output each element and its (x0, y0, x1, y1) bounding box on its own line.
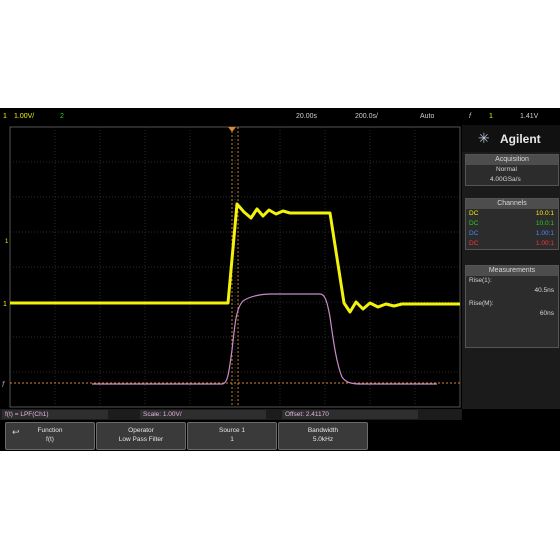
bandwidth-softkey[interactable]: Bandwidth 5.0kHz (278, 422, 368, 450)
channel-list: DC 10.0:1 DC 10.0:1 DC 1.00:1 DC 1.00:1 (466, 209, 558, 249)
channel-coupling: DC (469, 230, 479, 237)
ch1-reference-marker[interactable]: 1 (5, 239, 9, 245)
measurement-2-label: Rise(M): (469, 300, 494, 307)
function-softkey[interactable]: ↩ Function f(t) (5, 422, 95, 450)
waveform-display[interactable]: 1 1 f (0, 125, 462, 409)
channel-probe-ratio: 10.0:1 (535, 220, 554, 227)
channel-probe-ratio: 1.00:1 (535, 230, 554, 237)
ch1-number[interactable]: 1 (3, 113, 7, 120)
agilent-logo-icon: ✳ (478, 130, 490, 146)
sample-rate: 4.00GSa/s (490, 176, 521, 183)
horizontal-delay[interactable]: 20.00s (296, 113, 317, 120)
math-ground-marker[interactable]: f (2, 380, 5, 389)
brand-name: Agilent (500, 132, 541, 146)
channel-row[interactable]: DC 10.0:1 (466, 209, 558, 219)
acquisition-title: Acquisition (466, 155, 558, 165)
channel-coupling: DC (469, 220, 479, 227)
brand-header: ✳ Agilent (462, 125, 560, 152)
acquisition-mode: Normal (496, 166, 517, 173)
trigger-position-marker (228, 127, 236, 132)
measurement-2-value: 60ns (539, 310, 554, 317)
channels-panel[interactable]: Channels DC 10.0:1 DC 10.0:1 DC 1.00:1 DC 1.00:… (465, 198, 559, 250)
softkey-bar: ↩ Function f(t) Operator Low Pass Filter… (0, 420, 560, 451)
softkey-2-title: Operator (128, 427, 154, 434)
softkey-4-value: 5.0kHz (312, 436, 334, 443)
math-offset[interactable]: Offset: 2.41170 (282, 410, 418, 419)
softkey-4-title: Bandwidth (307, 427, 339, 434)
trigger-level[interactable]: 1.41V (520, 113, 538, 120)
channel-coupling: DC (469, 240, 479, 247)
ch1-scale[interactable]: 1.00V/ (14, 113, 34, 120)
operator-softkey[interactable]: Operator Low Pass Filter (96, 422, 186, 450)
softkey-3-value: 1 (230, 436, 234, 443)
side-panel: ✳ Agilent Acquisition Normal 4.00GSa/s C… (462, 125, 560, 409)
measurement-1-label: Rise(1): (469, 277, 492, 284)
oscilloscope-screen: 1 1.00V/ 2 20.00s 200.0s/ Auto f 1 1.41V… (0, 108, 560, 451)
channel-coupling: DC (469, 210, 479, 217)
channel-probe-ratio: 10.0:1 (535, 210, 554, 217)
return-icon: ↩ (12, 427, 20, 437)
channel-row[interactable]: DC 1.00:1 (466, 239, 558, 249)
trigger-edge-icon: f (469, 113, 471, 120)
ch1-ground-marker[interactable]: 1 (3, 301, 7, 308)
math-waveform (92, 293, 437, 385)
measurements-title: Measurements (466, 266, 558, 276)
channels-title: Channels (466, 199, 558, 209)
channel-row[interactable]: DC 1.00:1 (466, 229, 558, 239)
graticule (9, 126, 461, 408)
math-scale[interactable]: Scale: 1.00V/ (140, 410, 266, 419)
trigger-mode[interactable]: Auto (420, 113, 434, 120)
ch2-number[interactable]: 2 (60, 113, 64, 120)
channel-row[interactable]: DC 10.0:1 (466, 219, 558, 229)
source-softkey[interactable]: Source 1 1 (187, 422, 277, 450)
timebase[interactable]: 200.0s/ (355, 113, 378, 120)
status-bar: 1 1.00V/ 2 20.00s 200.0s/ Auto f 1 1.41V (0, 108, 560, 125)
trigger-source[interactable]: 1 (489, 113, 493, 120)
softkey-3-title: Source 1 (218, 427, 246, 434)
channel-probe-ratio: 1.00:1 (535, 240, 554, 247)
math-function-label[interactable]: f(t) = LPF(Ch1) (2, 410, 108, 419)
acquisition-panel[interactable]: Acquisition Normal 4.00GSa/s (465, 154, 559, 186)
math-function-bar: f(t) = LPF(Ch1) Scale: 1.00V/ Offset: 2.… (0, 409, 462, 420)
measurement-1-value: 40.5ns (534, 287, 554, 294)
measurements-panel[interactable]: Measurements Rise(1): 40.5ns Rise(M): 60… (465, 265, 559, 348)
softkey-2-value: Low Pass Filter (118, 436, 164, 443)
